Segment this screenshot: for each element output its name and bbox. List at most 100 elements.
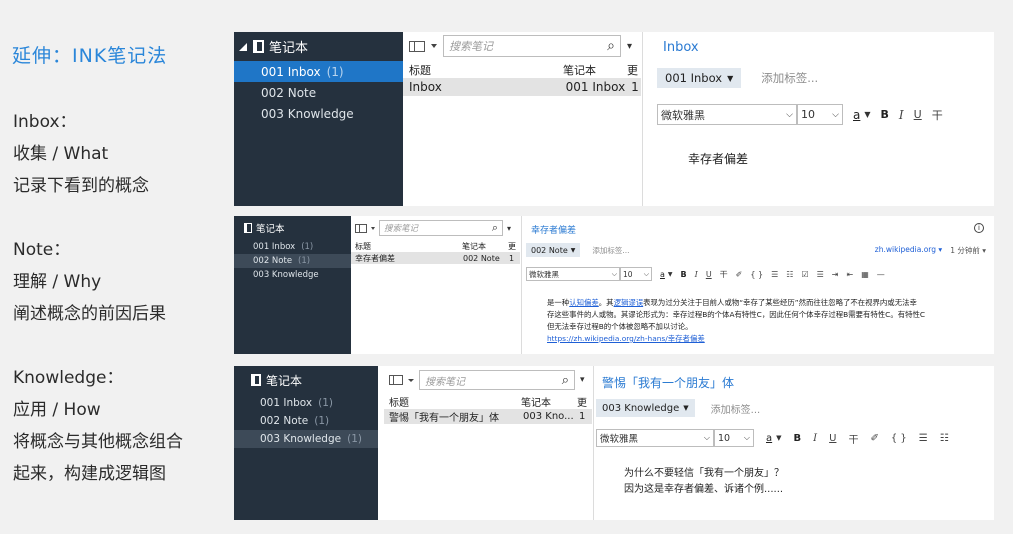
- underline-button[interactable]: U: [914, 108, 922, 121]
- font-family-select[interactable]: 微软雅黑 ⌵: [526, 267, 620, 281]
- search-input[interactable]: 搜索笔记: [384, 222, 492, 234]
- column-notebook[interactable]: 笔记本: [462, 241, 508, 252]
- chevron-down-icon[interactable]: ▼: [864, 110, 870, 119]
- notebook-tag-button[interactable]: 003 Knowledge ▼: [596, 399, 695, 417]
- table-row[interactable]: Inbox 001 Inbox 1: [403, 78, 641, 96]
- view-dropdown-icon[interactable]: [431, 44, 437, 48]
- bold-button[interactable]: B: [881, 108, 889, 121]
- view-mode-icon[interactable]: [355, 223, 367, 233]
- column-updated[interactable]: 更: [627, 62, 641, 78]
- search-input[interactable]: 搜索笔记: [425, 373, 562, 388]
- font-color-button[interactable]: a: [853, 108, 860, 122]
- notebook-header[interactable]: 笔记本: [234, 32, 403, 61]
- notebook-header[interactable]: 笔记本: [234, 216, 351, 240]
- column-title[interactable]: 标题: [389, 394, 521, 409]
- sidebar-item-knowledge[interactable]: 003 Knowledge: [234, 103, 403, 124]
- italic-button[interactable]: I: [695, 270, 698, 279]
- table-icon[interactable]: ▦: [861, 270, 869, 279]
- search-dropdown-icon[interactable]: ▾: [507, 224, 511, 233]
- source-link[interactable]: zh.wikipedia.org ▾: [875, 245, 942, 256]
- italic-button[interactable]: I: [813, 433, 817, 444]
- column-updated[interactable]: 更: [508, 241, 518, 252]
- italic-button[interactable]: I: [899, 108, 904, 122]
- search-box[interactable]: 搜索笔记 ⌕: [419, 370, 575, 390]
- bold-button[interactable]: B: [681, 270, 687, 279]
- column-notebook[interactable]: 笔记本: [563, 62, 627, 78]
- underline-button[interactable]: U: [706, 270, 712, 279]
- view-mode-icon[interactable]: [389, 375, 403, 385]
- highlight-icon[interactable]: ✐: [736, 270, 743, 279]
- code-icon[interactable]: { }: [891, 433, 907, 444]
- note-title[interactable]: 幸存者偏差: [531, 223, 576, 236]
- link-logical-fallacy[interactable]: 逻辑谬误: [614, 298, 644, 307]
- notebook-tag-button[interactable]: 002 Note ▼: [526, 243, 581, 257]
- search-input[interactable]: 搜索笔记: [449, 38, 607, 54]
- code-icon[interactable]: { }: [750, 270, 763, 279]
- notebook-header[interactable]: 笔记本: [234, 366, 378, 394]
- underline-button[interactable]: U: [829, 433, 836, 444]
- search-icon[interactable]: ⌕: [562, 373, 569, 388]
- bullet-list-icon[interactable]: ☰: [919, 433, 928, 444]
- font-family-select[interactable]: 微软雅黑 ⌵: [657, 104, 797, 125]
- indent-icon[interactable]: ⇥: [832, 270, 839, 279]
- table-row[interactable]: 警惕「我有一个朋友」体 003 Kno... 1: [384, 409, 592, 424]
- font-family-select[interactable]: 微软雅黑 ⌵: [596, 429, 714, 447]
- add-tag-input[interactable]: 添加标签...: [592, 245, 629, 256]
- column-updated[interactable]: 更: [577, 394, 589, 409]
- bold-button[interactable]: B: [794, 433, 802, 444]
- numbered-list-icon[interactable]: ☷: [786, 270, 793, 279]
- numbered-list-icon[interactable]: ☷: [940, 433, 949, 444]
- table-row[interactable]: 幸存者偏差 002 Note 1: [351, 252, 520, 264]
- font-color-button[interactable]: a: [766, 433, 772, 444]
- sidebar-item-label: 003 Knowledge: [260, 433, 342, 445]
- view-dropdown-icon[interactable]: [408, 378, 414, 382]
- chevron-down-icon[interactable]: ▼: [776, 434, 781, 442]
- chevron-down-icon[interactable]: ▼: [668, 271, 673, 278]
- highlight-icon[interactable]: ✐: [870, 433, 878, 444]
- info-icon[interactable]: i: [974, 223, 984, 233]
- search-dropdown-icon[interactable]: ▾: [627, 41, 632, 52]
- sidebar-item-inbox[interactable]: 001 Inbox (1): [234, 61, 403, 82]
- note-body[interactable]: 为什么不要轻信「我有一个朋友」？ 因为这是幸存者偏差、诉诸个例......: [624, 466, 784, 498]
- note-title[interactable]: Inbox: [663, 40, 699, 55]
- source-url[interactable]: https://zh.wikipedia.org/zh-hans/幸存者偏差: [547, 333, 991, 345]
- strikethrough-button[interactable]: 干: [848, 431, 858, 446]
- search-box[interactable]: 搜索笔记 ⌕: [379, 220, 503, 236]
- sidebar-item-note[interactable]: 002 Note (1): [234, 254, 351, 268]
- sidebar-item-knowledge[interactable]: 003 Knowledge (1): [234, 430, 378, 448]
- note-body[interactable]: 幸存者偏差: [688, 150, 748, 167]
- font-size-select[interactable]: 10 ⌵: [620, 267, 652, 281]
- font-size-select[interactable]: 10 ⌵: [714, 429, 754, 447]
- column-notebook[interactable]: 笔记本: [521, 394, 577, 409]
- horizontal-rule-icon[interactable]: —: [877, 270, 885, 279]
- source-time[interactable]: 1 分钟前 ▾: [950, 245, 986, 256]
- note-body[interactable]: 是一种认知偏差。其逻辑谬误表现为过分关注于目前人或物“幸存了某些经历”然而往往忽…: [547, 297, 991, 345]
- sidebar-item-knowledge[interactable]: 003 Knowledge: [234, 268, 351, 282]
- strikethrough-button[interactable]: 干: [720, 269, 728, 280]
- column-title[interactable]: 标题: [355, 241, 462, 252]
- sidebar-item-inbox[interactable]: 001 Inbox (1): [234, 240, 351, 254]
- add-tag-input[interactable]: 添加标签...: [711, 401, 761, 416]
- font-size-select[interactable]: 10 ⌵: [797, 104, 843, 125]
- checkbox-icon[interactable]: ☑: [801, 270, 808, 279]
- font-color-button[interactable]: a: [660, 270, 665, 279]
- search-box[interactable]: 搜索笔记 ⌕: [443, 35, 621, 57]
- search-icon[interactable]: ⌕: [607, 38, 615, 54]
- collapse-arrow-icon[interactable]: [239, 42, 247, 51]
- sidebar-item-note[interactable]: 002 Note: [234, 82, 403, 103]
- note-title[interactable]: 警惕「我有一个朋友」体: [602, 374, 734, 391]
- outdent-icon[interactable]: ⇤: [847, 270, 854, 279]
- search-icon[interactable]: ⌕: [492, 221, 498, 235]
- bullet-list-icon[interactable]: ☰: [771, 270, 778, 279]
- sidebar-item-note[interactable]: 002 Note (1): [234, 412, 378, 430]
- column-title[interactable]: 标题: [409, 62, 563, 78]
- link-cognitive-bias[interactable]: 认知偏差: [569, 298, 599, 307]
- add-tag-input[interactable]: 添加标签...: [761, 70, 818, 86]
- strikethrough-button[interactable]: 干: [932, 107, 943, 123]
- align-icon[interactable]: ☰: [817, 270, 824, 279]
- view-mode-icon[interactable]: [409, 40, 425, 52]
- search-dropdown-icon[interactable]: ▾: [580, 375, 585, 385]
- notebook-tag-button[interactable]: 001 Inbox ▼: [657, 68, 742, 88]
- sidebar-item-inbox[interactable]: 001 Inbox (1): [234, 394, 378, 412]
- view-dropdown-icon[interactable]: [371, 226, 375, 230]
